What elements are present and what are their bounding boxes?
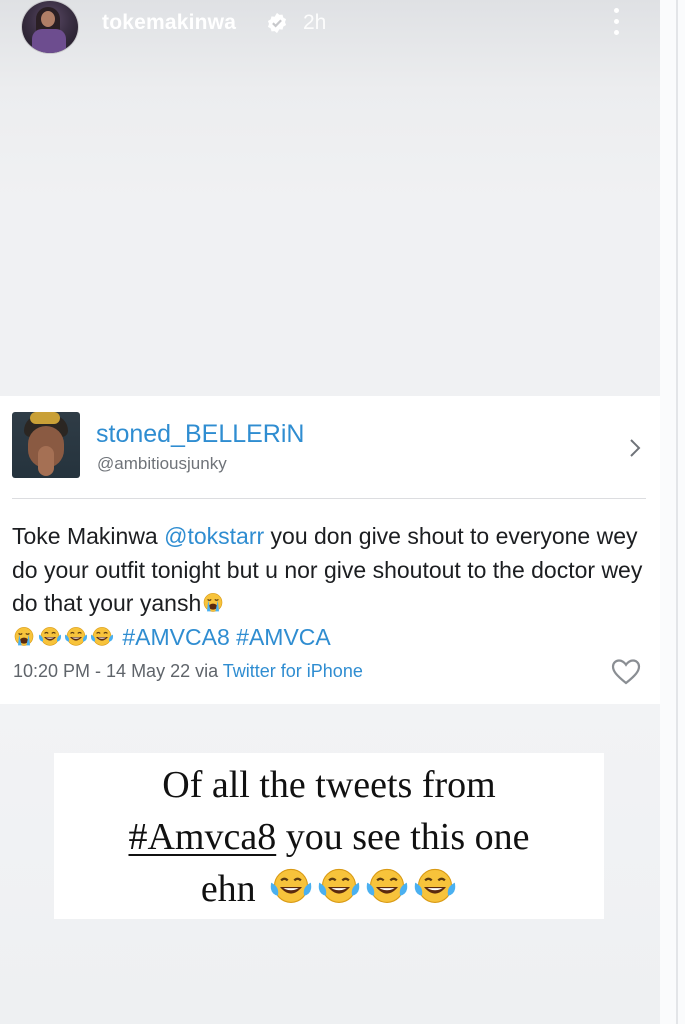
tweet-hashtags[interactable]: #AMVCA8 #AMVCA: [122, 624, 330, 650]
heart-icon[interactable]: [611, 658, 641, 686]
verified-badge-icon: [267, 12, 287, 34]
more-vertical-icon[interactable]: [610, 8, 622, 38]
tweet-avatar[interactable]: [12, 412, 80, 478]
avatar-dress: [32, 29, 66, 53]
caption-text: Of all the tweets from #Amvca8 you see th…: [54, 759, 604, 915]
caption-line-1: Of all the tweets from: [162, 764, 496, 806]
tweet-handle[interactable]: @ambitiousjunky: [97, 454, 227, 474]
story-time: 2h: [303, 11, 327, 34]
laughing-tears-emoji-icon: [365, 867, 409, 907]
laughing-tears-emoji-icon: [38, 626, 62, 648]
tweet-source-link[interactable]: Twitter for iPhone: [223, 661, 363, 681]
caption-line-2: you see this one: [276, 816, 530, 858]
tweet-mention-link[interactable]: @tokstarr: [164, 523, 264, 549]
laughing-tears-emoji-icon: [317, 867, 361, 907]
crying-face-emoji-icon: [201, 592, 225, 614]
tweet-display-name[interactable]: stoned_BELLERiN: [96, 420, 304, 449]
laughing-tears-emoji-icon: [90, 626, 114, 648]
right-edge-strip: [660, 0, 685, 1024]
laughing-tears-emoji-icon: [413, 867, 457, 907]
story-caption-box: Of all the tweets from #Amvca8 you see th…: [54, 753, 604, 919]
avatar-face: [41, 11, 55, 27]
tweet-timestamp: 10:20 PM - 14 May 22 via: [13, 661, 223, 681]
tweet-divider: [12, 498, 646, 499]
profile-avatar[interactable]: [21, 0, 79, 54]
tweet-card: stoned_BELLERiN @ambitiousjunky Toke Mak…: [0, 396, 660, 704]
story-username[interactable]: tokemakinwa: [102, 11, 236, 35]
caption-line-3: ehn: [200, 868, 256, 910]
tweet-avatar-highlight: [30, 412, 60, 424]
tweet-avatar-hands: [38, 446, 54, 476]
laughing-tears-emoji-icon: [269, 867, 313, 907]
laughing-tears-emoji-icon: [64, 626, 88, 648]
edge-divider: [676, 0, 678, 1024]
tweet-text: Toke Makinwa @tokstarr you don give shou…: [12, 520, 652, 654]
tweet-meta: 10:20 PM - 14 May 22 via Twitter for iPh…: [13, 661, 363, 682]
story-header: tokemakinwa 2h: [0, 0, 660, 54]
crying-face-emoji-icon: [12, 626, 36, 648]
tweet-text-part: Toke Makinwa: [12, 523, 165, 549]
chevron-right-icon[interactable]: [627, 436, 643, 460]
caption-hashtag[interactable]: #Amvca8: [128, 816, 276, 858]
